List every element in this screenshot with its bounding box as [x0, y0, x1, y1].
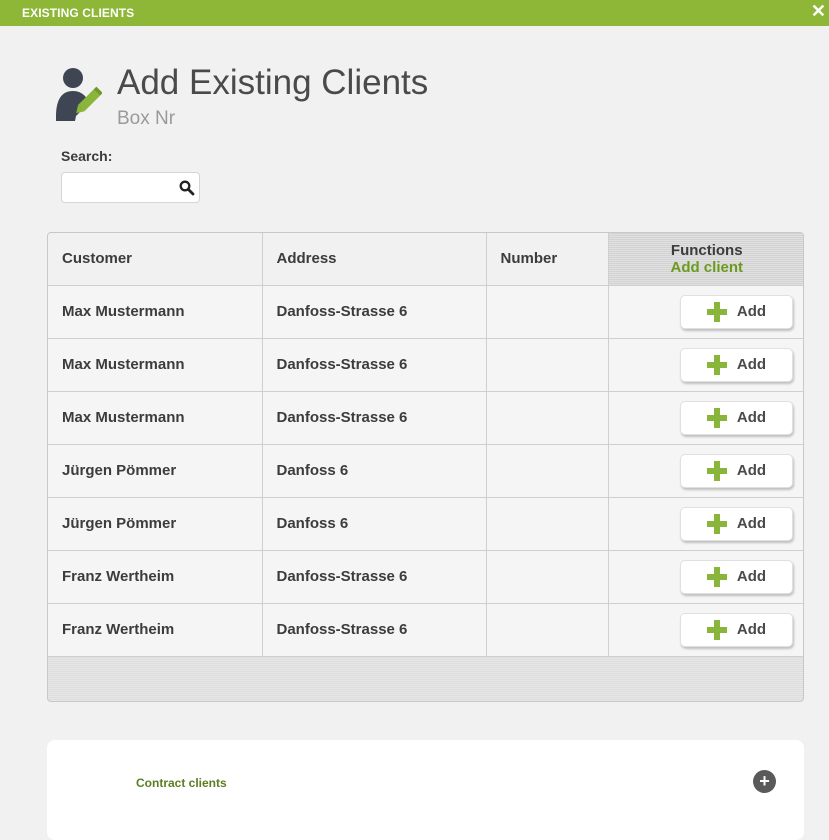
- plus-icon: [706, 301, 727, 322]
- add-button[interactable]: Add: [680, 294, 793, 329]
- number-cell: [486, 285, 609, 339]
- table-row: Max Mustermann Danfoss-Strasse 6 Add: [48, 285, 803, 339]
- table-row: Max Mustermann Danfoss-Strasse 6 Add: [48, 391, 803, 445]
- column-header-number[interactable]: Number: [486, 233, 609, 286]
- table-row: Franz Wertheim Danfoss-Strasse 6 Add: [48, 603, 803, 657]
- table-row: Jürgen Pömmer Danfoss 6 Add: [48, 497, 803, 551]
- close-icon[interactable]: ✕: [811, 2, 826, 20]
- address-cell: Danfoss-Strasse 6: [262, 550, 487, 604]
- contract-clients-label[interactable]: Contract clients: [136, 776, 227, 790]
- number-cell: [486, 338, 609, 392]
- search-button[interactable]: [175, 172, 200, 203]
- user-edit-icon: [56, 68, 102, 121]
- functions-cell: Add: [608, 338, 803, 392]
- customer-cell: Max Mustermann: [48, 285, 263, 339]
- add-client-label: Add client: [670, 258, 743, 276]
- clients-table: Customer Address Number Functions Add cl…: [47, 232, 804, 702]
- window-title: EXISTING CLIENTS: [22, 6, 135, 20]
- number-cell: [486, 391, 609, 445]
- table-row: Max Mustermann Danfoss-Strasse 6 Add: [48, 338, 803, 392]
- plus-icon: [706, 566, 727, 587]
- table-row: Franz Wertheim Danfoss-Strasse 6 Add: [48, 550, 803, 604]
- customer-cell: Max Mustermann: [48, 391, 263, 445]
- table-header-row: Customer Address Number Functions Add cl…: [48, 233, 803, 286]
- window-titlebar: EXISTING CLIENTS ✕: [0, 0, 829, 26]
- functions-cell: Add: [608, 603, 803, 657]
- column-header-customer[interactable]: Customer: [48, 233, 263, 286]
- address-cell: Danfoss-Strasse 6: [262, 285, 487, 339]
- number-cell: [486, 603, 609, 657]
- add-button-label: Add: [736, 568, 767, 585]
- page-title: Add Existing Clients: [117, 63, 429, 102]
- address-cell: Danfoss-Strasse 6: [262, 338, 487, 392]
- add-button-label: Add: [736, 409, 767, 426]
- address-cell: Danfoss 6: [262, 444, 487, 498]
- number-cell: [486, 550, 609, 604]
- add-button[interactable]: Add: [680, 453, 793, 488]
- functions-label: Functions: [670, 241, 743, 259]
- functions-cell: Add: [608, 497, 803, 551]
- add-button[interactable]: Add: [680, 559, 793, 594]
- column-header-address[interactable]: Address: [262, 233, 487, 286]
- plus-icon: [706, 354, 727, 375]
- number-cell: [486, 444, 609, 498]
- plus-icon: [706, 407, 727, 428]
- customer-cell: Jürgen Pömmer: [48, 444, 263, 498]
- address-cell: Danfoss-Strasse 6: [262, 391, 487, 445]
- functions-cell: Add: [608, 391, 803, 445]
- plus-icon: [706, 619, 727, 640]
- table-row: Jürgen Pömmer Danfoss 6 Add: [48, 444, 803, 498]
- search-icon: [179, 180, 195, 195]
- add-button-label: Add: [736, 356, 767, 373]
- plus-icon: [706, 460, 727, 481]
- add-button-label: Add: [736, 462, 767, 479]
- search-input[interactable]: [61, 172, 175, 203]
- add-button[interactable]: Add: [680, 506, 793, 541]
- functions-cell: Add: [608, 285, 803, 339]
- add-button-label: Add: [736, 303, 767, 320]
- customer-cell: Max Mustermann: [48, 338, 263, 392]
- column-header-functions: Functions Add client: [608, 233, 803, 286]
- page-subtitle: Box Nr: [117, 108, 176, 129]
- customer-cell: Franz Wertheim: [48, 550, 263, 604]
- customer-cell: Jürgen Pömmer: [48, 497, 263, 551]
- search-label: Search:: [61, 148, 113, 164]
- add-button-label: Add: [736, 621, 767, 638]
- expand-plus-icon[interactable]: +: [753, 770, 776, 793]
- number-cell: [486, 497, 609, 551]
- add-button[interactable]: Add: [680, 347, 793, 382]
- add-button[interactable]: Add: [680, 400, 793, 435]
- contract-clients-panel: Contract clients +: [47, 740, 804, 840]
- address-cell: Danfoss-Strasse 6: [262, 603, 487, 657]
- address-cell: Danfoss 6: [262, 497, 487, 551]
- functions-cell: Add: [608, 550, 803, 604]
- customer-cell: Franz Wertheim: [48, 603, 263, 657]
- plus-icon: [706, 513, 727, 534]
- functions-cell: Add: [608, 444, 803, 498]
- add-button-label: Add: [736, 515, 767, 532]
- add-button[interactable]: Add: [680, 612, 793, 647]
